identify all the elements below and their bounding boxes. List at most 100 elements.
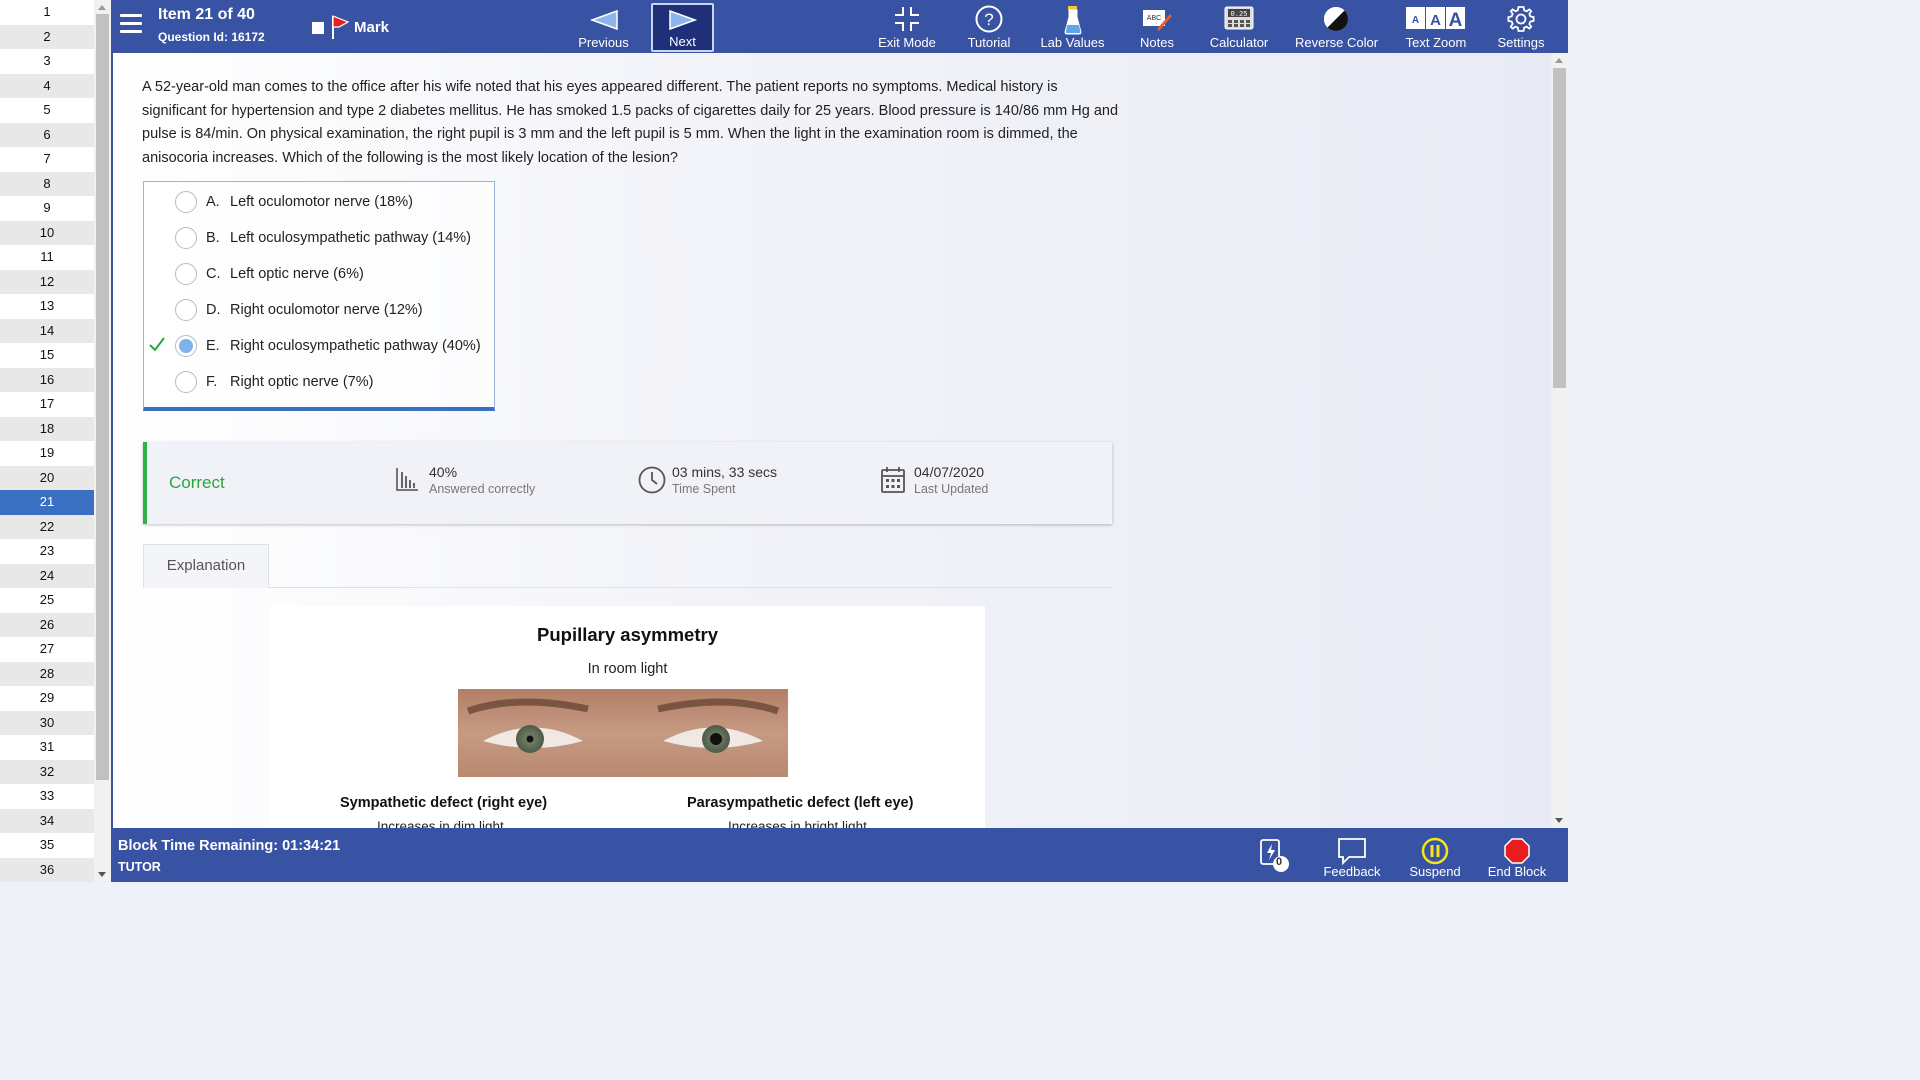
result-status: Correct (169, 473, 225, 492)
option-radio[interactable] (175, 227, 197, 249)
question-number-item[interactable]: 16 (0, 367, 94, 392)
mark-toggle[interactable]: Mark (312, 14, 389, 40)
question-number-item[interactable]: 30 (0, 710, 94, 735)
feedback-button[interactable]: Feedback (1321, 828, 1383, 882)
speech-bubble-icon (1338, 838, 1366, 865)
gear-icon (1507, 6, 1535, 32)
sympathetic-defect-heading: Sympathetic defect (right eye) (340, 795, 548, 811)
question-number-item[interactable]: 14 (0, 318, 94, 343)
question-number-item[interactable]: 7 (0, 147, 94, 172)
reverse-color-label: Reverse Color (1295, 35, 1379, 50)
suspend-button[interactable]: Suspend (1405, 828, 1465, 882)
question-number-item[interactable]: 8 (0, 171, 94, 196)
question-number-item[interactable]: 17 (0, 392, 94, 417)
answer-option[interactable]: A. Left oculomotor nerve (18%) (144, 184, 494, 220)
question-number-item[interactable]: 1 (0, 0, 94, 25)
answer-option[interactable]: F. Right optic nerve (7%) (144, 364, 494, 400)
end-block-button[interactable]: End Block (1485, 828, 1549, 882)
sidebar-scrollbar[interactable] (94, 0, 111, 882)
question-list: 1 2 3 4 5 6 7 8 9 10 11 12 13 14 15 16 17 18 19 20 21 22 23 24 2… (0, 0, 94, 882)
result-panel: Correct 40% Answered correctly 03 mins, … (143, 442, 1112, 524)
flashcards-button[interactable]: 0 (1253, 828, 1293, 882)
question-number-item[interactable]: 13 (0, 294, 94, 319)
option-radio[interactable] (175, 335, 197, 357)
question-number-item[interactable]: 29 (0, 686, 94, 711)
notes-button[interactable]: ABC Notes (1131, 0, 1183, 53)
question-number-item[interactable]: 22 (0, 514, 94, 539)
question-number-item[interactable]: 12 (0, 269, 94, 294)
question-number-item[interactable]: 18 (0, 416, 94, 441)
flashcard-count: 0 (1276, 856, 1283, 868)
question-number-item[interactable]: 32 (0, 759, 94, 784)
question-number-item[interactable]: 26 (0, 612, 94, 637)
flag-icon (332, 15, 350, 39)
content-scroll-thumb[interactable] (1553, 68, 1566, 388)
question-number-item[interactable]: 20 (0, 465, 94, 490)
question-number-item[interactable]: 5 (0, 98, 94, 123)
answer-option[interactable]: B. Left oculosympathetic pathway (14%) (144, 220, 494, 256)
question-number-item[interactable]: 36 (0, 857, 94, 882)
question-number-item[interactable]: 2 (0, 24, 94, 49)
option-text: Right oculosympathetic pathway (40%) (230, 338, 481, 354)
option-letter: F. (206, 374, 218, 390)
pause-icon (1421, 837, 1449, 865)
exit-mode-button[interactable]: Exit Mode (873, 0, 941, 53)
question-number-item[interactable]: 25 (0, 588, 94, 613)
question-number-item[interactable]: 23 (0, 539, 94, 564)
option-radio[interactable] (175, 371, 197, 393)
question-number-item[interactable]: 6 (0, 122, 94, 147)
settings-button[interactable]: Settings (1493, 0, 1549, 53)
lab-values-button[interactable]: Lab Values (1035, 0, 1110, 53)
question-number-item[interactable]: 4 (0, 73, 94, 98)
content-scroll-down-icon[interactable] (1555, 818, 1563, 823)
question-number-item[interactable]: 24 (0, 563, 94, 588)
previous-button[interactable]: Previous (570, 0, 637, 53)
question-number-item[interactable]: 21 (0, 490, 94, 515)
question-number-item[interactable]: 19 (0, 441, 94, 466)
svg-text:0.25: 0.25 (1231, 11, 1248, 19)
mark-checkbox[interactable] (312, 22, 324, 34)
answer-option[interactable]: D. Right oculomotor nerve (12%) (144, 292, 494, 328)
answer-option[interactable]: E. Right oculosympathetic pathway (40%) (144, 328, 494, 364)
stop-icon (1504, 838, 1530, 864)
next-arrow-icon (668, 9, 697, 31)
calendar-icon (881, 467, 905, 493)
bar-chart-icon (396, 468, 418, 491)
mode-label: TUTOR (118, 860, 161, 874)
question-number-item[interactable]: 10 (0, 220, 94, 245)
content-scrollbar[interactable] (1551, 53, 1568, 828)
question-number-item[interactable]: 35 (0, 833, 94, 858)
question-number-item[interactable]: 15 (0, 343, 94, 368)
time-caption: Time Spent (672, 482, 736, 496)
option-radio[interactable] (175, 191, 197, 213)
question-number-item[interactable]: 31 (0, 735, 94, 760)
question-number-item[interactable]: 34 (0, 808, 94, 833)
next-button[interactable]: Next (651, 3, 714, 52)
scroll-up-arrow-icon[interactable] (98, 5, 106, 10)
question-number-item[interactable]: 27 (0, 637, 94, 662)
answer-option[interactable]: C. Left optic nerve (6%) (144, 256, 494, 292)
calculator-button[interactable]: 0.25 Calculator (1207, 0, 1271, 53)
tutorial-button[interactable]: ? Tutorial (959, 0, 1019, 53)
option-letter: A. (206, 194, 220, 210)
percent-value: 40% (429, 464, 458, 480)
option-radio[interactable] (175, 299, 197, 321)
option-radio[interactable] (175, 263, 197, 285)
question-number-item[interactable]: 11 (0, 245, 94, 270)
question-number-item[interactable]: 28 (0, 661, 94, 686)
correct-check-icon (149, 337, 165, 352)
question-number-item[interactable]: 9 (0, 196, 94, 221)
question-number-item[interactable]: 33 (0, 784, 94, 809)
reverse-color-button[interactable]: Reverse Color (1295, 0, 1379, 53)
tab-explanation[interactable]: Explanation (143, 544, 269, 588)
percent-caption: Answered correctly (429, 482, 536, 496)
sidebar-scroll-thumb[interactable] (96, 14, 109, 780)
question-number-item[interactable]: 3 (0, 49, 94, 74)
hamburger-menu-icon[interactable] (120, 14, 142, 34)
sympathetic-defect-note: Increases in dim light (377, 819, 504, 828)
tutorial-label: Tutorial (967, 35, 1011, 50)
content-scroll-up-icon[interactable] (1555, 58, 1563, 63)
scroll-down-arrow-icon[interactable] (98, 872, 106, 877)
figure-title: Pupillary asymmetry (537, 624, 718, 645)
text-zoom-button[interactable]: A A A Text Zoom (1403, 0, 1469, 53)
